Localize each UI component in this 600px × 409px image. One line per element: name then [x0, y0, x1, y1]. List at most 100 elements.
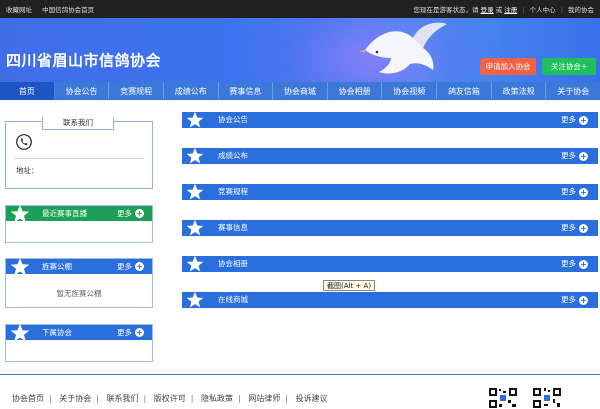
section-bar-results: 成绩公布 更多 +: [182, 147, 598, 164]
star-icon: [10, 205, 30, 223]
plus-icon: +: [579, 151, 588, 161]
section-bar-rules: 竞赛规程 更多 +: [182, 183, 598, 200]
nav-item-announcements[interactable]: 协会公告: [55, 82, 110, 100]
loft-empty-text: 暂无旌赛公棚: [56, 289, 102, 298]
nav-item-home[interactable]: 首页: [0, 82, 55, 100]
footer-link-copyright[interactable]: 版权许可: [154, 394, 186, 403]
contact-title: 联系我们: [42, 117, 114, 130]
sub-assoc-more-link[interactable]: 更多 +: [117, 325, 144, 340]
divider: |: [285, 394, 288, 403]
footer-link-lawyer[interactable]: 网站律师: [248, 394, 280, 403]
star-icon: [186, 183, 204, 200]
more-label: 更多: [561, 187, 576, 196]
site-title[interactable]: 四川省眉山市信鸽协会: [6, 50, 161, 71]
plus-icon: +: [579, 295, 588, 305]
star-icon: [186, 219, 204, 236]
section-more-link[interactable]: 更多 +: [561, 112, 588, 128]
top-bar-right: 您现在是游客状态，请 登录 或 注册 | 个人中心 | 我的协会: [414, 4, 594, 14]
nav-item-mailbox[interactable]: 鸽友信箱: [437, 82, 492, 100]
my-assoc-link[interactable]: 我的协会: [568, 6, 594, 14]
follow-association-button[interactable]: 关注协会+: [542, 58, 596, 75]
section-more-link[interactable]: 更多 +: [561, 292, 588, 308]
plus-icon: +: [135, 328, 144, 337]
more-label: 更多: [561, 295, 576, 304]
nav-item-about[interactable]: 关于协会: [546, 82, 600, 100]
footer-link-home[interactable]: 协会首页: [12, 394, 44, 403]
address-label: 地址：: [16, 166, 39, 175]
divider: |: [49, 394, 52, 403]
dove-image: [359, 22, 447, 74]
plus-icon: +: [579, 115, 588, 125]
plus-icon: +: [579, 187, 588, 197]
top-bar-left: 收藏网址 中国信鸽协会首页: [6, 4, 102, 14]
footer-link-contact[interactable]: 联系我们: [107, 394, 139, 403]
section-title: 成绩公布: [218, 151, 248, 160]
star-icon: [10, 258, 30, 276]
bookmark-link[interactable]: 收藏网址: [6, 6, 32, 14]
more-label: 更多: [561, 259, 576, 268]
footer-link-privacy[interactable]: 隐私政策: [201, 394, 233, 403]
section-title: 赛事信息: [218, 223, 248, 232]
section-title: 竞赛规程: [218, 187, 248, 196]
loft-bar: 旌赛公棚 更多 +: [6, 258, 152, 276]
footer-link-complaint[interactable]: 投诉建议: [296, 394, 328, 403]
contact-divider: [14, 158, 144, 159]
screenshot-tooltip: 截图(Alt + A): [323, 280, 376, 291]
divider: |: [190, 394, 194, 403]
main-nav: 首页 协会公告 竞赛规程 成绩公布 赛事信息 协会商城 协会相册 协会视频 鸽友…: [0, 82, 600, 100]
nav-item-rules[interactable]: 竞赛规程: [109, 82, 164, 100]
guest-status-text: 您现在是游客状态，请: [413, 6, 479, 14]
divider: |: [560, 6, 563, 14]
more-label: 更多: [561, 151, 576, 160]
nav-item-video[interactable]: 协会视频: [382, 82, 438, 100]
divider: |: [238, 394, 241, 403]
more-label: 更多: [117, 328, 132, 337]
nav-item-album[interactable]: 协会相册: [328, 82, 383, 100]
cpa-home-link[interactable]: 中国信鸽协会首页: [42, 6, 94, 14]
section-title: 协会相册: [218, 259, 248, 268]
section-more-link[interactable]: 更多 +: [561, 148, 588, 164]
sub-assoc-title: 下属协会: [42, 328, 72, 337]
qr-code-icon: [488, 387, 518, 409]
contact-box: 联系我们 地址：: [5, 117, 153, 189]
nav-item-policy[interactable]: 政策法规: [492, 82, 547, 100]
header-banner: 四川省眉山市信鸽协会 申请加入协会 关注协会+: [0, 18, 600, 82]
star-icon: [186, 111, 204, 128]
or-text: 或: [495, 6, 503, 14]
plus-icon: +: [579, 223, 588, 233]
plus-icon: +: [579, 259, 588, 269]
star-icon: [10, 324, 30, 342]
user-center-link[interactable]: 个人中心: [530, 6, 556, 14]
footer-divider: [0, 374, 600, 375]
section-bar-shop: 在线商城 更多 +: [182, 291, 598, 308]
live-more-link[interactable]: 更多 +: [117, 206, 144, 221]
divider: |: [522, 6, 525, 14]
more-label: 更多: [561, 115, 576, 124]
live-box: 最近赛事直播 更多 +: [5, 205, 153, 243]
footer-link-about[interactable]: 关于协会: [59, 394, 91, 403]
section-more-link[interactable]: 更多 +: [561, 220, 588, 236]
section-bar-album: 协会相册 更多 +: [182, 255, 598, 272]
nav-item-results[interactable]: 成绩公布: [164, 82, 219, 100]
section-title: 协会公告: [218, 115, 248, 124]
login-link[interactable]: 登录: [481, 6, 494, 14]
qr-code-icon: [532, 387, 562, 409]
nav-item-events[interactable]: 赛事信息: [219, 82, 274, 100]
plus-icon: +: [135, 262, 144, 271]
nav-item-shop[interactable]: 协会商城: [273, 82, 328, 100]
join-association-button[interactable]: 申请加入协会: [480, 58, 536, 75]
sub-assoc-bar: 下属协会 更多 +: [6, 324, 152, 342]
more-label: 更多: [117, 262, 132, 271]
top-bar: 收藏网址 中国信鸽协会首页 您现在是游客状态，请 登录 或 注册 | 个人中心 …: [0, 0, 600, 18]
live-bar: 最近赛事直播 更多 +: [6, 205, 152, 223]
star-icon: [186, 291, 204, 308]
register-link[interactable]: 注册: [504, 6, 517, 14]
sub-assoc-box: 下属协会 更多 +: [5, 324, 153, 362]
section-bar-announcements: 协会公告 更多 +: [182, 111, 598, 128]
section-more-link[interactable]: 更多 +: [561, 184, 588, 200]
loft-more-link[interactable]: 更多 +: [117, 259, 144, 274]
section-more-link[interactable]: 更多 +: [561, 256, 588, 272]
loft-box: 旌赛公棚 更多 + 暂无旌赛公棚: [5, 258, 153, 308]
divider: |: [96, 394, 99, 403]
section-bar-events: 赛事信息 更多 +: [182, 219, 598, 236]
